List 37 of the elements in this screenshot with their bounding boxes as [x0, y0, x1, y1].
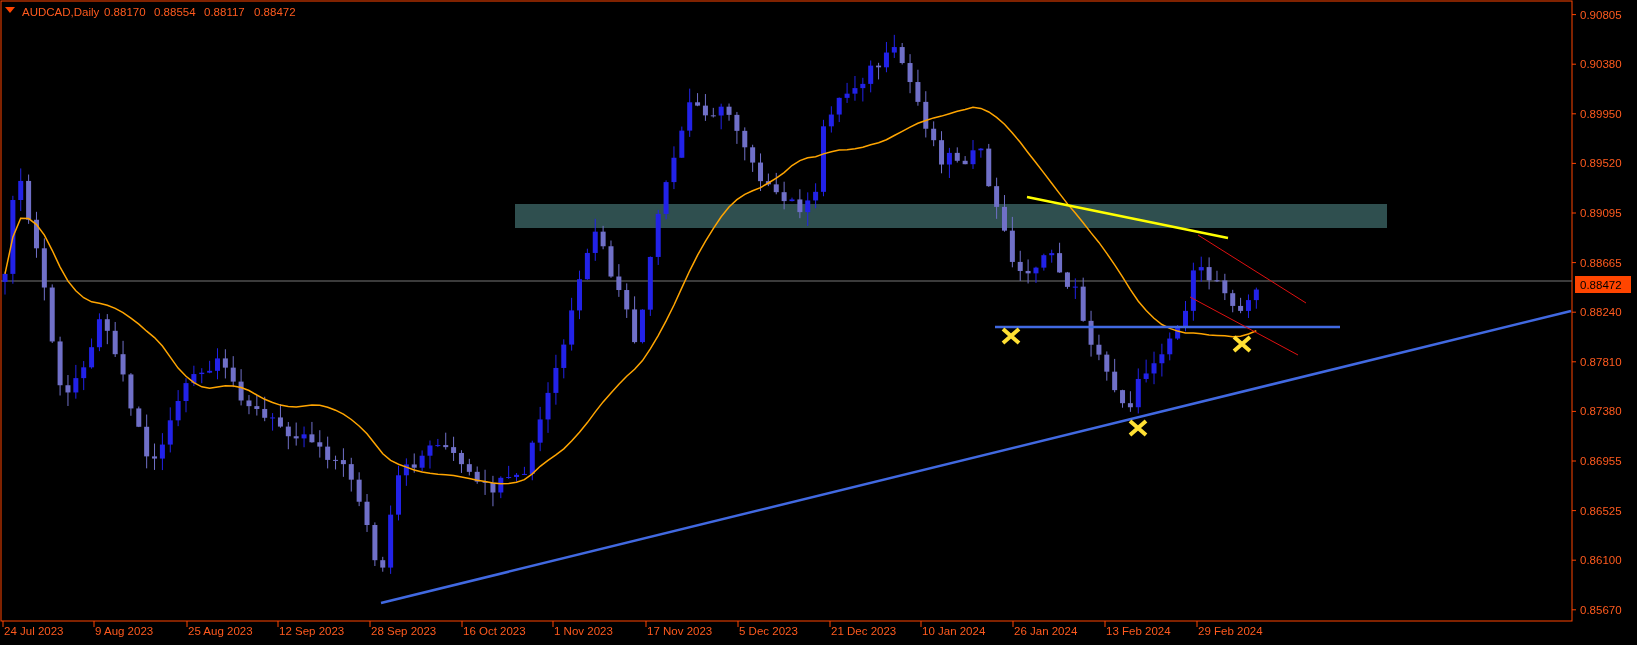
date-label: 10 Jan 2024: [922, 625, 986, 637]
price-label: 0.90380: [1580, 58, 1622, 71]
cross-mark-icon: [1001, 327, 1021, 345]
date-label: 21 Dec 2023: [831, 625, 897, 637]
date-label: 12 Sep 2023: [279, 625, 345, 637]
date-label: 13 Feb 2024: [1106, 625, 1171, 637]
price-label: 0.87380: [1580, 405, 1622, 418]
date-label: 24 Jul 2023: [4, 625, 64, 637]
symbol-label: AUDCAD,Daily: [22, 6, 100, 18]
cross-mark-icon: [1128, 419, 1148, 437]
date-label: 28 Sep 2023: [371, 625, 437, 637]
date-label: 17 Nov 2023: [647, 625, 713, 637]
price-label: 0.85670: [1580, 603, 1622, 616]
cross-mark-icon: [1232, 335, 1252, 353]
date-label: 29 Feb 2024: [1198, 625, 1263, 637]
price-label: 0.86525: [1580, 504, 1622, 517]
date-label: 26 Jan 2024: [1014, 625, 1078, 637]
price-label: 0.86100: [1580, 554, 1622, 567]
date-label: 5 Dec 2023: [739, 625, 798, 637]
date-label: 1 Nov 2023: [554, 625, 613, 637]
price-label: 0.88240: [1580, 306, 1622, 319]
date-label: 25 Aug 2023: [188, 625, 253, 637]
current-price-tag: 0.88472: [1575, 276, 1631, 293]
caret-icon: [5, 7, 15, 13]
ohlc-value: 0.88170: [104, 6, 146, 18]
price-label: 0.86955: [1580, 455, 1622, 467]
ohlc-value: 0.88554: [154, 6, 196, 18]
price-label: 0.87810: [1580, 355, 1622, 368]
price-label: 0.89520: [1580, 157, 1622, 170]
date-label: 16 Oct 2023: [463, 625, 526, 637]
ohlc-value: 0.88117: [204, 6, 245, 18]
price-label: 0.89095: [1580, 207, 1622, 219]
ohlc-value: 0.88472: [254, 6, 296, 18]
price-label: 0.89950: [1580, 107, 1622, 120]
price-label: 0.88665: [1580, 256, 1622, 269]
price-label: 0.90805: [1580, 8, 1622, 21]
date-label: 9 Aug 2023: [95, 625, 154, 637]
